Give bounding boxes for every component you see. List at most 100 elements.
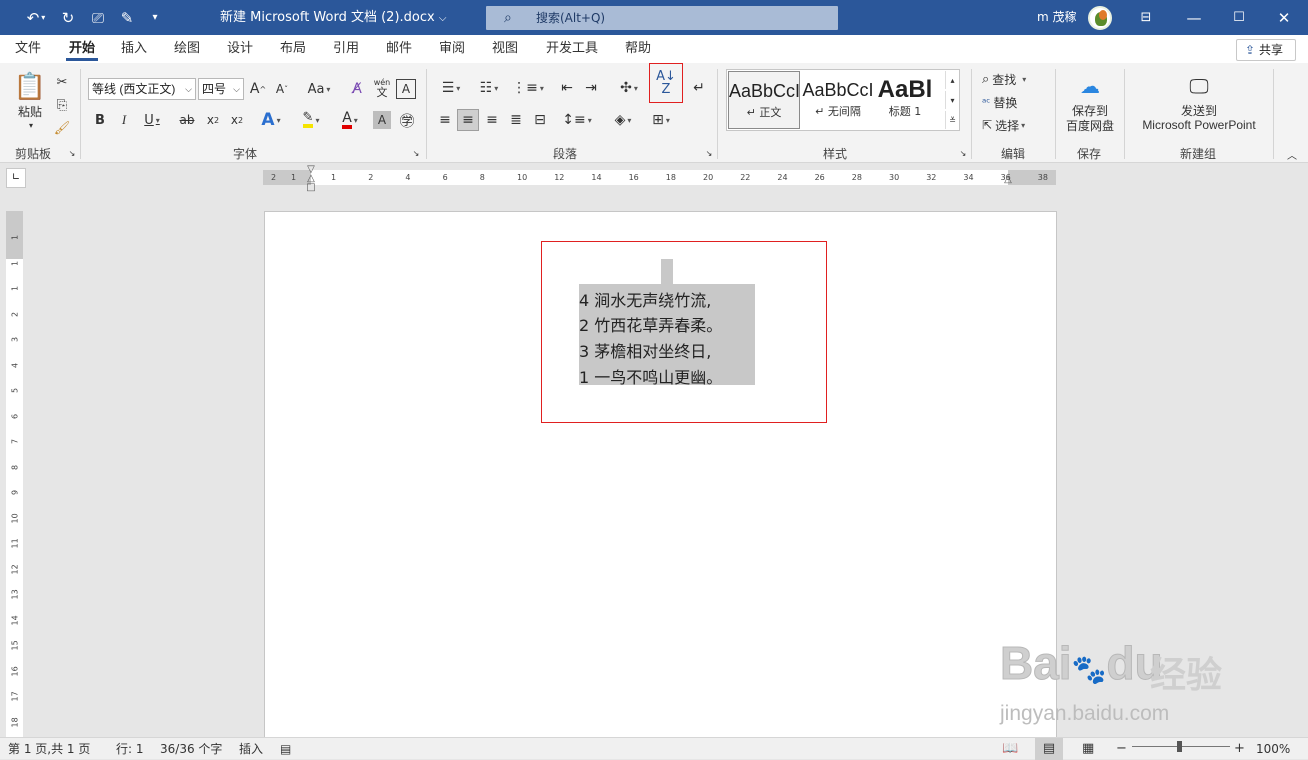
clear-formatting-icon[interactable]: A̸ (346, 78, 368, 100)
tab-insert[interactable]: 插入 (116, 35, 152, 63)
shrink-font-icon[interactable]: Aˇ (272, 78, 292, 100)
strikethrough-icon[interactable]: ab (176, 109, 198, 131)
text-effects-icon[interactable]: A ▾ (255, 109, 287, 131)
style-heading-1[interactable]: AaBl 标题 1 (872, 71, 938, 129)
zoom-in-icon[interactable]: + (1234, 738, 1245, 760)
styles-scroll-up-icon[interactable]: ▴ (945, 71, 959, 89)
undo-icon[interactable]: ↶ ▾ (18, 0, 54, 35)
indent-marker-icon[interactable]: ▽ △ □ (306, 165, 316, 193)
change-case-button[interactable]: Aa ▾ (302, 78, 336, 100)
search-input[interactable]: ⌕ 搜索(Alt+Q) (486, 6, 838, 30)
tab-help[interactable]: 帮助 (620, 35, 656, 63)
tab-references[interactable]: 引用 (328, 35, 364, 63)
tab-selector-icon[interactable]: ∟ (6, 168, 26, 188)
numbering-icon[interactable]: ☷ ▾ (472, 77, 506, 99)
ribbon-display-icon[interactable]: ⊟ (1134, 0, 1158, 35)
print-layout-icon[interactable]: ▤ (1035, 738, 1063, 760)
shading-icon[interactable]: ◈ ▾ (606, 109, 640, 131)
tab-developer[interactable]: 开发工具 (540, 35, 604, 63)
format-painter-icon[interactable]: 🖌 (53, 119, 71, 137)
user-name[interactable]: m 茂稼 (1037, 0, 1077, 35)
paragraph-launcher-icon[interactable]: ↘ (703, 148, 715, 158)
right-indent-marker-icon[interactable]: △ (1003, 175, 1013, 185)
maximize-icon[interactable]: ☐ (1225, 0, 1253, 35)
highlight-icon[interactable]: ✎ ▾ (294, 109, 328, 131)
edit-icon[interactable]: ✎ (115, 0, 139, 35)
tab-view[interactable]: 视图 (487, 35, 523, 63)
tab-design[interactable]: 设计 (222, 35, 258, 63)
macro-record-icon[interactable]: ▤ (280, 738, 291, 760)
font-size-combo[interactable]: 四号 ⌵ (198, 78, 244, 100)
collapse-ribbon-icon[interactable]: ︿ (1284, 148, 1300, 162)
redo-icon[interactable]: ↻ (56, 0, 80, 35)
decrease-indent-icon[interactable]: ⇤ (556, 77, 578, 99)
send-to-powerpoint-icon[interactable]: 🖵 (1184, 73, 1214, 99)
font-color-icon[interactable]: A ▾ (333, 109, 367, 131)
tab-mailings[interactable]: 邮件 (381, 35, 417, 63)
baidu-netdisk-icon[interactable]: ☁ (1076, 73, 1104, 99)
bold-icon[interactable]: B (90, 109, 110, 131)
character-border-icon[interactable]: A (396, 79, 416, 99)
select-button[interactable]: ⇱ 选择 ▾ (982, 115, 1046, 135)
grow-font-icon[interactable]: A ^ (248, 78, 268, 100)
clipboard-launcher-icon[interactable]: ↘ (66, 148, 78, 158)
tab-draw[interactable]: 绘图 (169, 35, 205, 63)
enclose-characters-icon[interactable]: ㊫ (396, 109, 418, 131)
replace-button[interactable]: ᵃᶜ 替换 (982, 92, 1046, 112)
share-button[interactable]: ⇪ 共享 (1236, 39, 1296, 61)
bullets-icon[interactable]: ☰ ▾ (434, 77, 468, 99)
send-to-powerpoint-line1[interactable]: 发送到 (1134, 103, 1264, 118)
word-count[interactable]: 36/36 个字 (160, 738, 222, 760)
close-icon[interactable]: ✕ (1270, 0, 1298, 35)
document-line[interactable]: 2 竹西花草弄春柔。 (579, 312, 722, 336)
copy-icon[interactable]: ⎘ (53, 96, 71, 114)
style-normal[interactable]: AaBbCcI ↵ 正文 (728, 71, 800, 129)
zoom-slider-thumb[interactable] (1177, 741, 1182, 752)
italic-icon[interactable]: I (114, 109, 134, 131)
font-name-combo[interactable]: 等线 (西文正文) ⌵ (88, 78, 196, 100)
line-number[interactable]: 行: 1 (116, 738, 144, 760)
paste-button[interactable]: 粘贴 (12, 103, 48, 119)
multilevel-list-icon[interactable]: ⋮≡ ▾ (511, 77, 545, 99)
styles-launcher-icon[interactable]: ↘ (957, 148, 969, 158)
phonetic-guide-icon[interactable]: wén 文 (371, 76, 393, 100)
page-count[interactable]: 第 1 页,共 1 页 (8, 738, 90, 760)
underline-icon[interactable]: U ▾ (138, 109, 166, 131)
subscript-icon[interactable]: x2 (202, 109, 224, 131)
sort-icon[interactable]: A↓ Z (649, 63, 683, 103)
chinese-layout-icon[interactable]: ✣ ▾ (612, 77, 646, 99)
increase-indent-icon[interactable]: ⇥ (580, 77, 602, 99)
read-mode-icon[interactable]: 📖 (1002, 738, 1018, 760)
customize-icon[interactable]: ⎚ (86, 0, 110, 35)
save-to-netdisk-line1[interactable]: 保存到 (1062, 103, 1118, 118)
vertical-ruler[interactable]: 1 1 1 2 3 4 5 6 7 8 9 10 11 12 13 14 15 16 17 18 (6, 211, 23, 737)
minimize-icon[interactable]: — (1180, 0, 1208, 35)
align-left-icon[interactable]: ≡ (434, 109, 456, 131)
tab-file[interactable]: 文件 (10, 35, 46, 63)
borders-icon[interactable]: ⊞ ▾ (644, 109, 678, 131)
web-layout-icon[interactable]: ▦ (1082, 738, 1094, 760)
paste-icon[interactable]: 📋 (14, 71, 46, 103)
justify-icon[interactable]: ≣ (505, 109, 527, 131)
insert-mode[interactable]: 插入 (239, 738, 263, 760)
styles-scroll-down-icon[interactable]: ▾ (945, 91, 959, 109)
find-button[interactable]: ⌕ 查找 ▾ (982, 69, 1046, 89)
tab-review[interactable]: 审阅 (434, 35, 470, 63)
document-line[interactable]: 1 一鸟不鸣山更幽。 (579, 364, 722, 388)
line-spacing-icon[interactable]: ↕≡ ▾ (560, 109, 594, 131)
styles-more-icon[interactable]: ≚ (945, 111, 959, 129)
document-title[interactable]: 新建 Microsoft Word 文档 (2).docx ⌵ (220, 0, 446, 35)
align-right-icon[interactable]: ≡ (481, 109, 503, 131)
horizontal-ruler[interactable]: 2 1 1 2 4 6 8 10 12 14 16 18 20 22 24 26 28 30 32 34 36 38 (263, 170, 1056, 185)
superscript-icon[interactable]: x2 (226, 109, 248, 131)
character-shading-icon[interactable]: A (373, 111, 391, 129)
show-formatting-marks-icon[interactable]: ↵ (688, 77, 710, 99)
distributed-icon[interactable]: ⊟ (529, 109, 551, 131)
align-center-icon[interactable]: ≡ (457, 109, 479, 131)
zoom-out-icon[interactable]: − (1116, 738, 1127, 760)
tab-home[interactable]: 开始 (64, 35, 100, 63)
avatar[interactable] (1088, 6, 1112, 30)
zoom-level[interactable]: 100% (1256, 738, 1290, 760)
tab-layout[interactable]: 布局 (275, 35, 311, 63)
document-line[interactable]: 4 涧水无声绕竹流, (579, 287, 711, 311)
